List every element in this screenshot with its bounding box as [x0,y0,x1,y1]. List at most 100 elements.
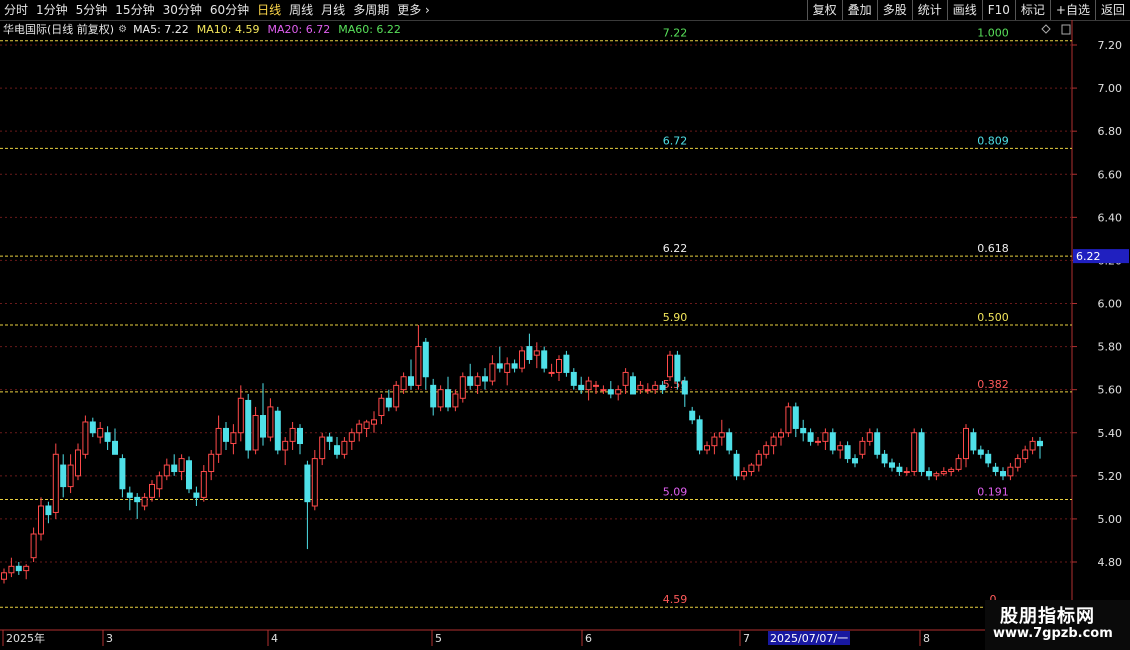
candle-body-60 [445,389,451,408]
candle-body-98 [726,432,733,451]
candle-body-61 [452,393,459,408]
candle-body-22 [163,464,170,477]
candle-body-74 [548,371,555,374]
candle-body-47 [348,432,355,442]
x-tick-label-5: 7 [743,632,750,645]
candle-body-2 [15,565,22,572]
candle-body-71 [526,346,533,361]
candle-body-140 [1037,440,1043,447]
candle-body-68 [504,363,511,373]
fib-price-label-2: 6.22 [663,242,688,255]
site-watermark-logo: 股朋指标网 www.7gpzb.com [985,600,1130,650]
candle-body-101 [748,464,755,473]
candle-body-13 [97,427,104,438]
fib-price-label-1: 6.72 [663,134,688,147]
candle-body-41 [304,464,311,503]
candle-body-102 [755,453,762,466]
candle-body-43 [319,436,326,460]
candle-body-6 [45,505,52,516]
candle-body-48 [356,423,363,434]
candle-body-37 [274,410,281,451]
candle-body-129 [955,458,962,470]
y-tick-label-7: 5.80 [1098,341,1123,354]
candle-body-130 [963,427,969,460]
candle-body-5 [38,505,44,535]
candle-body-125 [926,471,932,477]
candle-body-127 [940,471,947,475]
candle-body-28 [208,453,215,473]
fib-ratio-label-2: 0.618 [977,242,1009,255]
x-tick-label-1: 3 [106,632,113,645]
candle-body-79 [585,380,592,391]
candle-body-106 [785,406,792,434]
candle-body-24 [178,458,185,473]
y-tick-label-4: 6.40 [1098,211,1123,224]
kline-chart[interactable]: 7.207.006.806.606.406.206.005.805.605.40… [0,0,1130,650]
candle-body-65 [482,376,488,382]
candle-body-114 [844,445,851,460]
y-tick-label-0: 7.20 [1098,39,1123,52]
candle-body-45 [334,445,340,455]
y-tick-label-9: 5.40 [1098,427,1123,440]
x-tick-label-4: 6 [585,632,592,645]
y-tick-label-12: 4.80 [1098,556,1123,569]
candle-body-16 [119,458,126,490]
candle-body-81 [600,389,607,392]
candle-body-30 [223,427,229,442]
fib-ratio-label-1: 0.809 [977,134,1009,147]
candle-body-134 [992,466,999,473]
candle-body-124 [918,432,925,473]
candle-body-70 [519,350,525,369]
candle-body-56 [415,346,422,386]
candle-body-0 [1,572,7,580]
candle-body-87 [644,389,651,392]
candle-body-50 [371,419,377,425]
candle-body-119 [881,453,888,464]
candle-body-92 [681,380,688,395]
y-tick-label-2: 6.80 [1098,125,1123,138]
candle-body-75 [556,359,562,373]
candle-body-109 [807,432,814,442]
candle-body-126 [933,473,940,477]
candle-body-112 [829,432,836,451]
candle-body-52 [385,397,392,408]
y-tick-label-6: 6.00 [1098,298,1123,311]
candle-body-53 [393,384,400,408]
candle-body-42 [311,458,318,507]
candle-body-99 [733,453,740,477]
candle-body-80 [593,384,599,387]
watermark-line2: www.7gpzb.com [993,626,1113,641]
candle-body-38 [282,440,289,451]
candle-body-66 [489,363,496,382]
candle-body-55 [408,376,414,386]
candle-body-18 [134,496,141,503]
candle-body-139 [1029,440,1036,451]
candle-body-85 [630,376,636,395]
candle-body-136 [1007,466,1014,477]
watermark-line1: 股朋指标网 [1000,606,1095,627]
candle-body-11 [82,421,89,455]
x-tick-label-3: 5 [435,632,442,645]
candle-body-90 [667,354,673,378]
candle-body-108 [800,427,807,434]
candle-body-62 [459,376,466,399]
y-tick-label-1: 7.00 [1098,82,1123,95]
candle-body-29 [215,427,222,455]
candle-body-15 [112,440,118,455]
fib-ratio-label-4: 0.382 [977,378,1009,391]
candle-body-26 [193,492,200,498]
y-tick-label-11: 5.00 [1098,513,1123,526]
fib-ratio-label-5: 0.191 [977,486,1009,499]
candle-body-107 [792,406,799,429]
candle-body-97 [718,432,725,438]
x-tick-label-2: 4 [271,632,278,645]
candle-body-78 [578,384,585,391]
candle-body-110 [815,440,821,443]
fib-price-label-0: 7.22 [663,27,688,40]
candle-body-123 [911,432,918,473]
candle-body-63 [467,376,474,386]
x-tick-label-0: 2025年 [6,631,45,645]
candle-body-133 [985,453,992,464]
candle-body-4 [30,533,37,559]
candle-body-51 [378,397,385,417]
